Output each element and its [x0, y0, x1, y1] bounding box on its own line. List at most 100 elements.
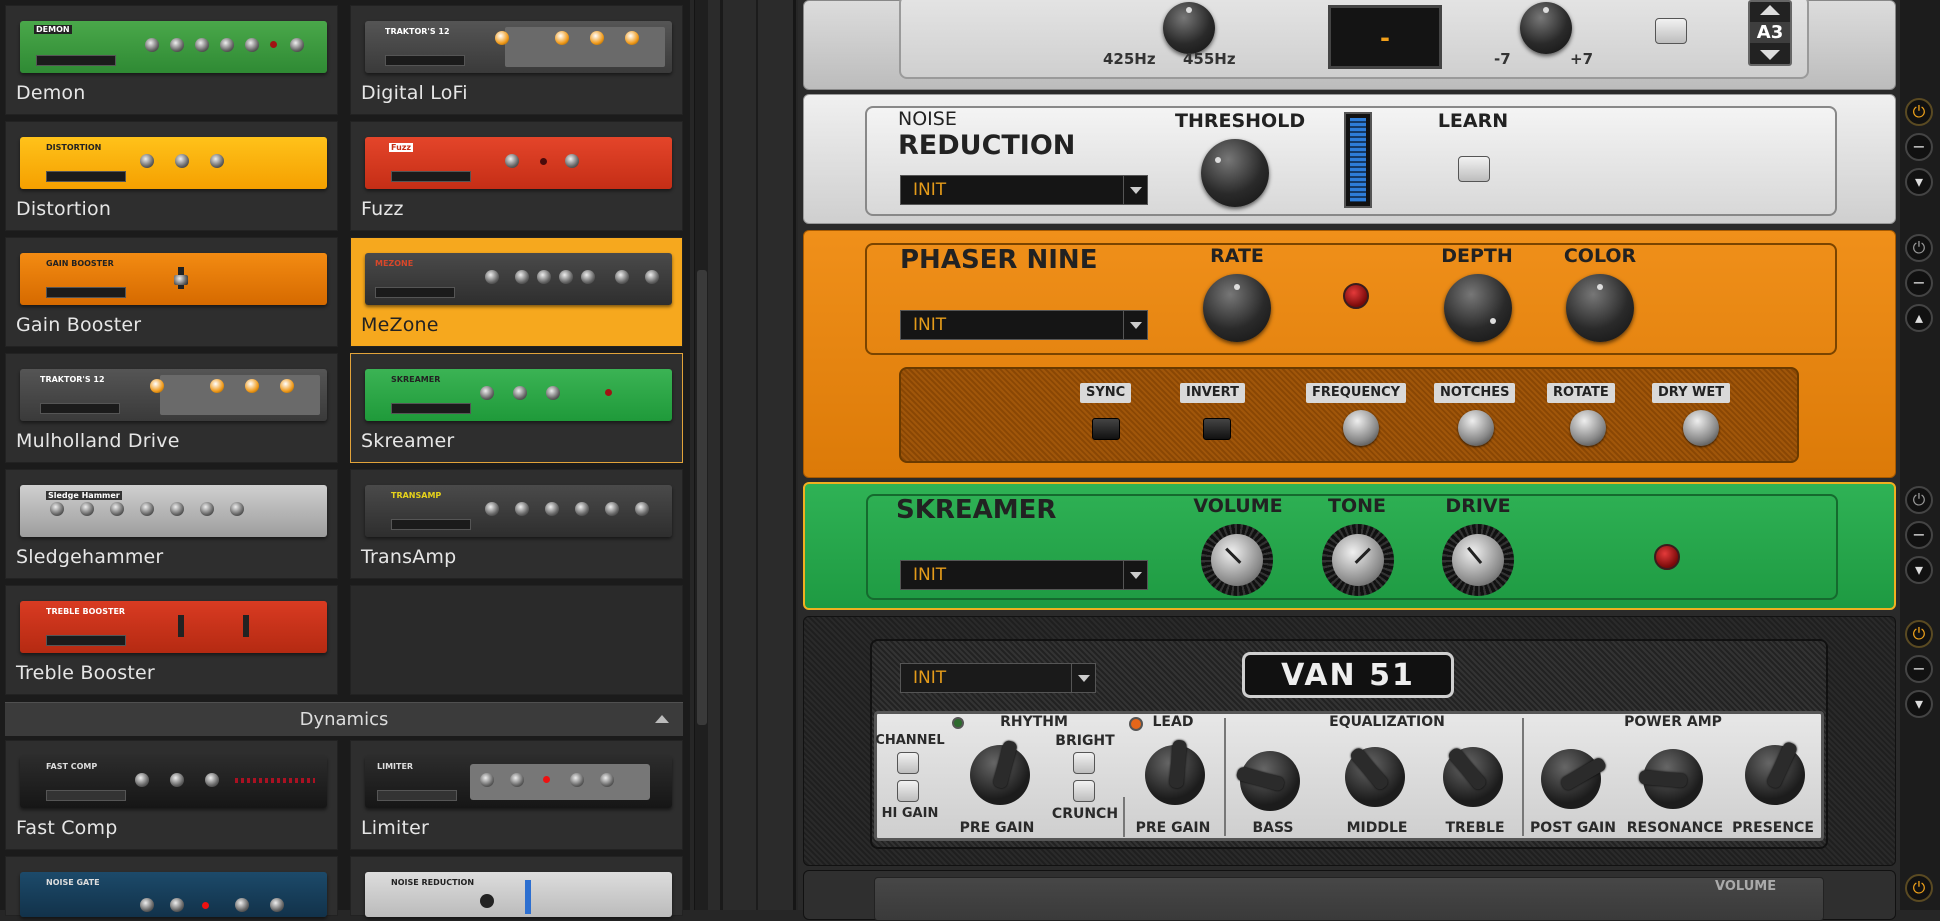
higain-label: HI GAIN — [881, 806, 939, 821]
tile-sledgehammer[interactable]: Sledge Hammer Sledgehammer — [5, 469, 338, 579]
distortion-thumbnail: DISTORTION — [20, 137, 327, 189]
tile-skreamer[interactable]: SKREAMER Skreamer — [350, 353, 683, 463]
note-stepper[interactable]: A3 — [1748, 0, 1792, 66]
drive-knob[interactable] — [1442, 524, 1514, 596]
freq-high-label: 455Hz — [1183, 50, 1236, 68]
tile-mezone[interactable]: MEZONE MeZone — [350, 237, 683, 347]
tuner-mute-button[interactable] — [1655, 18, 1687, 44]
phaser-preset-dropdown[interactable]: INIT — [900, 310, 1148, 340]
tile-limiter[interactable]: LIMITER Limiter — [350, 740, 683, 850]
resonance-knob[interactable] — [1638, 744, 1708, 814]
bass-label: BASS — [1252, 820, 1294, 836]
skreamer-collapse-icon[interactable]: ▾ — [1905, 556, 1933, 584]
van51-preset-dropdown[interactable]: INIT — [900, 663, 1096, 693]
phaser-power-icon[interactable]: ⏻ — [1905, 234, 1933, 262]
section-divider — [1522, 718, 1524, 836]
sledgehammer-thumbnail: Sledge Hammer — [20, 485, 327, 537]
noise-reduction-remove-icon[interactable]: − — [1905, 133, 1933, 161]
divider-line — [756, 0, 758, 910]
noise-reduction-preset-dropdown[interactable]: INIT — [900, 175, 1148, 205]
tile-label: Demon — [16, 82, 86, 104]
rotate-knob[interactable] — [1570, 410, 1606, 446]
sync-button[interactable] — [1092, 418, 1120, 440]
tile-distortion[interactable]: DISTORTION Distortion — [5, 121, 338, 231]
phaser-title: PHASER NINE — [900, 245, 1098, 275]
rate-label: RATE — [1210, 245, 1264, 267]
noise-reduction-thumbnail: NOISE REDUCTION — [365, 872, 672, 917]
drywet-label: DRY WET — [1652, 383, 1731, 403]
drive-label: DRIVE — [1445, 495, 1511, 517]
skreamer-power-icon[interactable]: ⏻ — [1905, 486, 1933, 514]
sync-label: SYNC — [1080, 383, 1132, 403]
tile-label: Sledgehammer — [16, 546, 164, 568]
divider-line — [793, 0, 796, 910]
noise-reduction-title-line1: NOISE — [898, 108, 957, 130]
tile-mulholland-drive[interactable]: TRAKTOR'S 12 Mulholland Drive — [5, 353, 338, 463]
preset-value: INIT — [913, 180, 947, 200]
notches-knob[interactable] — [1458, 410, 1494, 446]
middle-label: MIDDLE — [1346, 820, 1408, 836]
eq-label: EQUALIZATION — [1329, 714, 1445, 730]
van51-collapse-icon[interactable]: ▾ — [1905, 690, 1933, 718]
tuner-range-knob[interactable] — [1520, 2, 1572, 54]
noise-gate-thumbnail: NOISE GATE — [20, 872, 327, 917]
volume-knob[interactable] — [1201, 524, 1273, 596]
rate-knob[interactable] — [1203, 274, 1271, 342]
tile-digital-lofi[interactable]: TRAKTOR'S 12 Digital LoFi — [350, 5, 683, 115]
tile-label: Fast Comp — [16, 817, 118, 839]
color-knob[interactable] — [1566, 274, 1634, 342]
depth-knob[interactable] — [1444, 274, 1512, 342]
note-up-icon[interactable] — [1760, 5, 1780, 15]
tile-noise-gate[interactable]: NOISE GATE — [5, 856, 338, 917]
tuner-reference-knob[interactable] — [1163, 2, 1215, 54]
collapse-arrow-icon[interactable] — [655, 715, 669, 723]
noise-reduction-power-icon[interactable]: ⏻ — [1905, 98, 1933, 126]
threshold-knob[interactable] — [1201, 139, 1269, 207]
lead-pregain-knob[interactable] — [1140, 739, 1210, 810]
tile-noise-reduction[interactable]: NOISE REDUCTION — [350, 856, 683, 917]
note-down-icon[interactable] — [1760, 50, 1780, 60]
frequency-knob[interactable] — [1343, 410, 1379, 446]
treble-knob[interactable] — [1438, 742, 1508, 812]
invert-button[interactable] — [1203, 418, 1231, 440]
range-high-label: +7 — [1570, 50, 1594, 68]
tile-treble-booster[interactable]: TREBLE BOOSTER Treble Booster — [5, 585, 338, 695]
skreamer-preset-dropdown[interactable]: INIT — [900, 560, 1148, 590]
dynamics-section-header[interactable]: Dynamics — [5, 702, 683, 736]
rotate-label: ROTATE — [1547, 383, 1615, 403]
frequency-label: FREQUENCY — [1306, 383, 1407, 403]
skreamer-remove-icon[interactable]: − — [1905, 521, 1933, 549]
mulholland-drive-thumbnail: TRAKTOR'S 12 — [20, 369, 327, 421]
tile-demon[interactable]: DEMON Demon — [5, 5, 338, 115]
bottom-module-power-icon[interactable]: ⏻ — [1905, 874, 1933, 902]
postgain-knob[interactable] — [1536, 744, 1608, 814]
invert-label: INVERT — [1180, 383, 1245, 403]
tile-gain-booster[interactable]: GAIN BOOSTER Gain Booster — [5, 237, 338, 347]
phaser-expand-icon[interactable]: ▴ — [1905, 304, 1933, 332]
van51-power-icon[interactable]: ⏻ — [1905, 620, 1933, 648]
noise-reduction-collapse-icon[interactable]: ▾ — [1905, 168, 1933, 196]
van51-remove-icon[interactable]: − — [1905, 655, 1933, 683]
bright-button[interactable] — [1073, 752, 1095, 774]
learn-button[interactable] — [1458, 156, 1490, 182]
tile-transamp[interactable]: TRANSAMP TransAmp — [350, 469, 683, 579]
crunch-button[interactable] — [1073, 780, 1095, 802]
presence-knob[interactable] — [1740, 740, 1810, 810]
tile-fast-comp[interactable]: FAST COMP Fast Comp — [5, 740, 338, 850]
demon-thumbnail: DEMON — [20, 21, 327, 73]
bright-label: BRIGHT — [1055, 733, 1115, 749]
tile-label: Fuzz — [361, 198, 404, 220]
channel-button[interactable] — [897, 752, 919, 774]
tile-empty — [350, 585, 683, 695]
browser-scrollbar-thumb[interactable] — [697, 270, 707, 725]
bass-knob[interactable] — [1235, 746, 1305, 816]
tile-fuzz[interactable]: Fuzz Fuzz — [350, 121, 683, 231]
tone-knob[interactable] — [1322, 524, 1394, 596]
phaser-remove-icon[interactable]: − — [1905, 269, 1933, 297]
middle-knob[interactable] — [1340, 742, 1410, 812]
rhythm-pregain-knob[interactable] — [965, 739, 1035, 810]
drywet-knob[interactable] — [1683, 410, 1719, 446]
treble-label: TREBLE — [1445, 820, 1505, 836]
note-value: A3 — [1750, 22, 1790, 43]
higain-button[interactable] — [897, 780, 919, 802]
